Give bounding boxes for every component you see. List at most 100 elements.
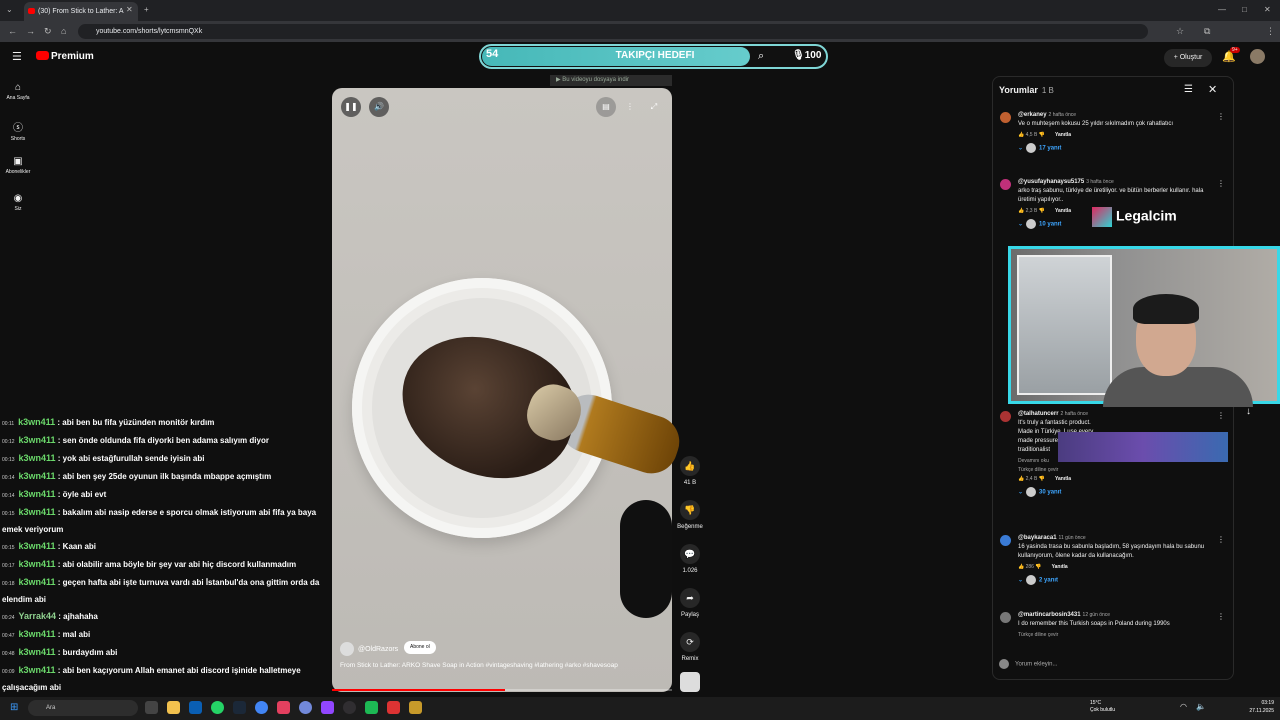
volume-icon[interactable]: 🔊	[369, 97, 389, 117]
comment-author[interactable]: @yusufayhanaysu5175	[1018, 179, 1084, 185]
captions-icon[interactable]: ▤	[596, 97, 616, 117]
reload-icon[interactable]: ↻	[44, 21, 52, 42]
comment-menu-icon[interactable]: ⋮	[1217, 612, 1225, 621]
chat-text: : abi olabilir ama böyle bir şey var abi…	[57, 560, 297, 569]
comments-button[interactable]: 💬 1.026	[676, 544, 704, 574]
dislike-icon[interactable]: 👎	[1039, 132, 1045, 138]
like-icon[interactable]: 👍	[1018, 132, 1024, 138]
new-tab-icon[interactable]: +	[144, 0, 149, 19]
steam-icon[interactable]	[233, 701, 246, 714]
twitch-icon[interactable]	[321, 701, 334, 714]
share-button[interactable]: ➦ Paylaş	[676, 588, 704, 618]
account-avatar[interactable]	[1250, 49, 1265, 64]
browser-menu-icon[interactable]: ⋮	[1266, 21, 1275, 42]
video-title[interactable]: From Stick to Lather: ARKO Shave Soap in…	[340, 661, 640, 671]
chat-text: : burdaydım abi	[57, 648, 118, 657]
chat-user: k3wn411	[18, 541, 56, 551]
tab-list-icon[interactable]: ⌄	[6, 0, 13, 19]
taskbar-search[interactable]: Ara	[28, 700, 138, 716]
pause-icon[interactable]: ❚❚	[341, 97, 361, 117]
discord-icon[interactable]	[299, 701, 312, 714]
add-comment-input[interactable]: Yorum ekleyin...	[999, 659, 1057, 669]
sidebar-item-shorts[interactable]: ⓢ Shorts	[4, 119, 32, 142]
subscribe-button[interactable]: Abone ol	[404, 641, 436, 654]
sidebar-item-home[interactable]: ⌂ Ana Sayfa	[4, 82, 32, 101]
download-video-bar[interactable]: ▶ Bu videoyu dosyaya indir	[550, 75, 672, 86]
browser-tab[interactable]: (30) From Stick to Lather: A	[24, 2, 138, 21]
comment-author[interactable]: @baykaraca1	[1018, 535, 1057, 541]
forward-icon[interactable]: →	[26, 21, 35, 42]
sidebar-item-you[interactable]: ◉ Siz	[4, 193, 32, 212]
reply-button[interactable]: Yanıtla	[1055, 208, 1071, 214]
more-options-icon[interactable]: ⋮	[620, 97, 640, 117]
weather-widget[interactable]: 15°C Çok bulutlu	[1090, 700, 1115, 714]
comment-menu-icon[interactable]: ⋮	[1217, 112, 1225, 121]
like-icon[interactable]: 👍	[1018, 208, 1024, 214]
home-browser-icon[interactable]: ⌂	[61, 21, 66, 42]
dislike-button[interactable]: 👎 Beğenme	[676, 500, 704, 530]
comment-avatar[interactable]	[1000, 179, 1011, 190]
minimize-icon[interactable]: —	[1218, 0, 1226, 19]
obs-icon[interactable]	[343, 701, 356, 714]
network-icon[interactable]: ◠	[1180, 702, 1187, 711]
comment-avatar[interactable]	[1000, 112, 1011, 123]
instagram-icon[interactable]	[277, 701, 290, 714]
extensions-icon[interactable]: ⧉	[1204, 21, 1210, 42]
comment-avatar[interactable]	[1000, 535, 1011, 546]
dislike-icon[interactable]: 👎	[1039, 208, 1045, 214]
fullscreen-icon[interactable]: ⤢	[644, 97, 664, 117]
scroll-down-icon[interactable]: ↓	[1246, 406, 1251, 417]
channel-link[interactable]: @OldRazors	[340, 642, 398, 656]
reply-button[interactable]: Yanıtla	[1052, 564, 1068, 570]
hamburger-menu-icon[interactable]: ☰	[12, 50, 22, 63]
sound-thumbnail[interactable]	[680, 672, 700, 692]
store-icon[interactable]	[189, 701, 202, 714]
tab-close-icon[interactable]: ✕	[126, 0, 133, 19]
dislike-icon[interactable]: 👎	[1035, 564, 1041, 570]
sort-icon[interactable]: ☰	[1184, 84, 1193, 95]
comment-menu-icon[interactable]: ⋮	[1217, 535, 1225, 544]
bookmark-star-icon[interactable]: ☆	[1176, 21, 1184, 42]
comment-menu-icon[interactable]: ⋮	[1217, 179, 1225, 188]
url-input[interactable]: youtube.com/shorts/lytcmsmnQXk	[78, 24, 1148, 39]
start-icon[interactable]: ⊞	[10, 702, 18, 713]
reply-button[interactable]: Yanıtla	[1055, 476, 1071, 482]
maximize-icon[interactable]: □	[1242, 0, 1247, 19]
sidebar-item-subscriptions[interactable]: ▣ Abonelikler	[4, 156, 32, 175]
translate-link[interactable]: Türkçe diline çevir	[1018, 632, 1218, 638]
reply-button[interactable]: Yanıtla	[1055, 132, 1071, 138]
youtube-logo[interactable]: Premium	[36, 51, 94, 62]
file-explorer-icon[interactable]	[167, 701, 180, 714]
replies-toggle[interactable]: ⌄ 17 yanıt	[1018, 143, 1218, 153]
dislike-icon[interactable]: 👎	[1039, 476, 1045, 482]
comment-avatar[interactable]	[1000, 411, 1011, 422]
taskbar-clock[interactable]: 03:19 27.11.2025	[1226, 699, 1274, 715]
comment-avatar[interactable]	[1000, 612, 1011, 623]
whatsapp-icon[interactable]	[211, 701, 224, 714]
search-icon[interactable]: ⌕	[758, 50, 764, 63]
close-icon[interactable]: ✕	[1208, 83, 1217, 96]
chat-time: 00:18	[2, 581, 15, 587]
remix-button[interactable]: ⟳ Remix	[676, 632, 704, 662]
comment-author[interactable]: @talhatuncerr	[1018, 411, 1059, 417]
comment-menu-icon[interactable]: ⋮	[1217, 411, 1225, 420]
replies-toggle[interactable]: ⌄ 30 yanıt	[1018, 487, 1218, 497]
window-close-icon[interactable]: ✕	[1264, 0, 1271, 19]
chrome-icon[interactable]	[255, 701, 268, 714]
like-icon[interactable]: 👍	[1018, 564, 1024, 570]
comment-author[interactable]: @martincarbosin3431	[1018, 612, 1081, 618]
chat-user: k3wn411	[18, 507, 56, 517]
mic-icon[interactable]: 🎙	[792, 50, 805, 61]
app-icon[interactable]	[365, 701, 378, 714]
back-icon[interactable]: ←	[8, 21, 17, 42]
translate-link[interactable]: Türkçe diline çevir	[1018, 467, 1218, 473]
task-view-icon[interactable]	[145, 701, 158, 714]
recorder-icon[interactable]	[387, 701, 400, 714]
volume-tray-icon[interactable]: 🔈	[1196, 702, 1206, 711]
active-app-icon[interactable]	[409, 701, 422, 714]
replies-toggle[interactable]: ⌄ 2 yanıt	[1018, 575, 1218, 585]
like-button[interactable]: 👍 41 B	[676, 456, 704, 486]
comment-author[interactable]: @erkaney	[1018, 112, 1047, 118]
like-icon[interactable]: 👍	[1018, 476, 1024, 482]
create-button[interactable]: + Oluştur	[1164, 49, 1212, 67]
